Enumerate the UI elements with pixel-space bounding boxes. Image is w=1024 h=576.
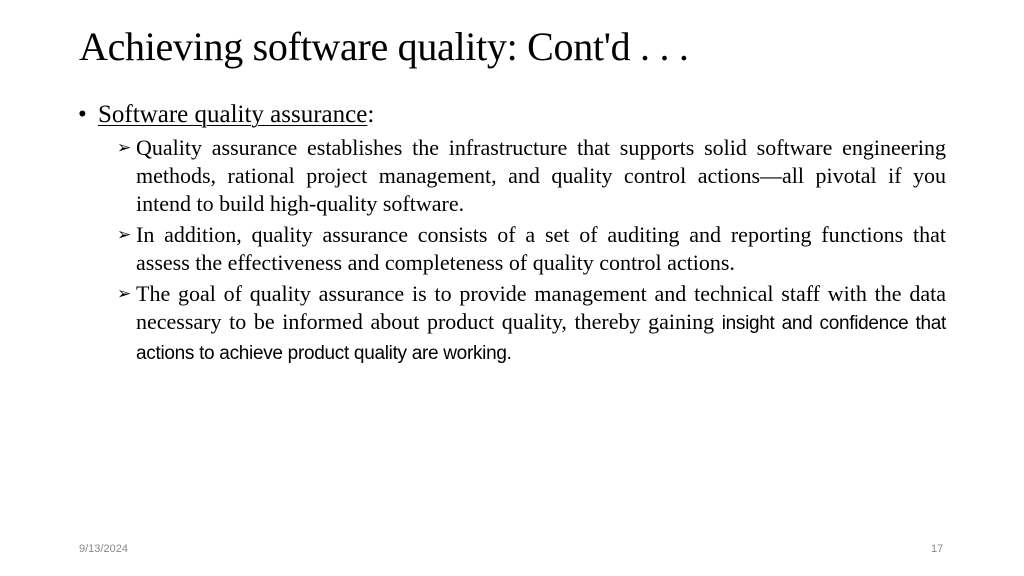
arrow-bullet-icon: ➢	[117, 225, 132, 245]
bullet-point-text: In addition, quality assurance consists …	[136, 222, 946, 275]
bullet-point-1: ➢ Quality assurance establishes the infr…	[117, 134, 946, 218]
arrow-bullet-icon: ➢	[117, 138, 132, 158]
bullet-point-text: Quality assurance establishes the infras…	[136, 135, 946, 216]
bullet-point-3: ➢ The goal of quality assurance is to pr…	[117, 280, 946, 368]
section-heading-label: Software quality assurance	[98, 101, 368, 128]
slide-title: Achieving software quality: Cont'd . . .	[79, 24, 689, 69]
slide-body: • Software quality assurance: ➢ Quality …	[78, 100, 946, 371]
section-heading: • Software quality assurance:	[78, 100, 946, 130]
bullet-point-2: ➢ In addition, quality assurance consist…	[117, 221, 946, 277]
bullet-icon: •	[78, 101, 87, 128]
slide-number: 17	[931, 543, 944, 555]
arrow-bullet-icon: ➢	[117, 284, 132, 304]
section-heading-colon: :	[367, 101, 375, 128]
footer-date: 9/13/2024	[79, 543, 128, 555]
